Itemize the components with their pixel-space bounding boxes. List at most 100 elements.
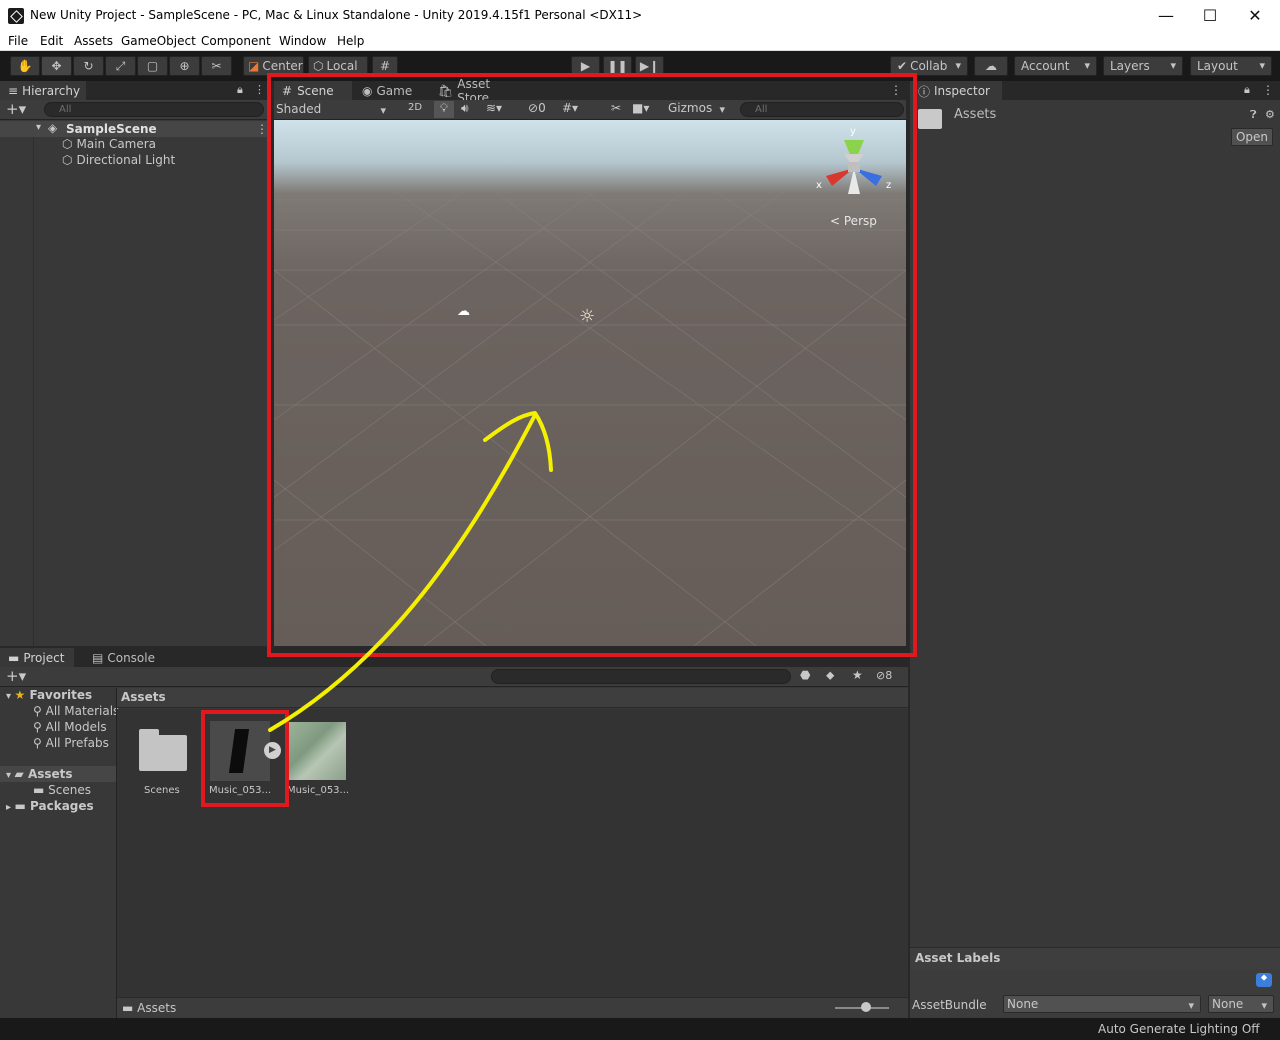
grid-item-label: Music_053...	[287, 785, 350, 796]
tools-icon[interactable]: ✂	[611, 101, 621, 115]
list-item[interactable]: ⬡ Directional Light	[62, 153, 175, 167]
layers-dropdown[interactable]: Layers	[1103, 56, 1183, 76]
list-item[interactable]: ▬ Scenes	[33, 783, 91, 797]
list-item[interactable]: ⚲ All Materials	[33, 704, 119, 718]
search-by-label-icon[interactable]: ⬥	[826, 668, 834, 683]
kebab-menu-icon[interactable]: ⋮	[254, 83, 265, 96]
open-button[interactable]: Open	[1231, 128, 1273, 146]
pivot-local-button[interactable]: ⬡ Local	[308, 56, 368, 76]
tab-console[interactable]: ▤ Console	[84, 648, 164, 668]
list-item[interactable]: ⚲ All Prefabs	[33, 736, 109, 750]
orientation-gizmo[interactable]: y x z	[814, 126, 894, 206]
tab-hierarchy[interactable]: ≡ Hierarchy	[0, 81, 86, 101]
tab-scene[interactable]: # Scene	[274, 81, 352, 101]
lighting-status[interactable]: Auto Generate Lighting Off	[1098, 1022, 1260, 1036]
label-tag-icon[interactable]: ⬥	[1256, 973, 1272, 987]
menu-file[interactable]: File	[8, 34, 28, 48]
texture-thumbnail[interactable]	[288, 722, 346, 780]
maximize-button[interactable]: ☐	[1187, 0, 1233, 31]
custom-tool-icon[interactable]: ✂	[201, 56, 232, 76]
lock-icon[interactable]: 🔒︎	[237, 83, 243, 97]
close-button[interactable]: ✕	[1232, 0, 1278, 31]
2d-toggle[interactable]: 2D	[402, 102, 428, 113]
projection-label[interactable]: < Persp	[830, 214, 877, 228]
scale-tool-icon[interactable]: ⤢	[105, 56, 136, 76]
tab-game[interactable]: ◉ Game	[354, 81, 424, 101]
project-search-input[interactable]	[491, 669, 791, 684]
favorite-name: All Models	[45, 720, 107, 734]
search-icon: ⚲	[33, 704, 46, 718]
asset-bundle-dropdown[interactable]: None	[1003, 995, 1201, 1014]
breadcrumb-assets[interactable]: Assets	[121, 690, 166, 704]
layout-dropdown[interactable]: Layout	[1190, 56, 1272, 76]
snap-grid-icon[interactable]: #	[372, 56, 398, 76]
asset-variant-dropdown[interactable]: None	[1208, 995, 1274, 1014]
account-label: Account	[1021, 59, 1070, 73]
scene-search-input[interactable]: All	[740, 102, 904, 117]
favorite-star-icon[interactable]: ★	[852, 668, 863, 682]
shading-mode-dropdown[interactable]: Shaded	[276, 102, 392, 118]
minimize-button[interactable]: —	[1143, 0, 1189, 31]
tab-scene-label: Scene	[297, 84, 334, 98]
hidden-packages-icon[interactable]: ⊘8	[876, 669, 892, 682]
list-item[interactable]: ⚲ All Models	[33, 720, 107, 734]
list-item[interactable]: ⬡ Main Camera	[62, 137, 156, 151]
gizmos-dropdown[interactable]: Gizmos	[665, 101, 731, 118]
scene-menu-icon[interactable]: ⋮	[256, 122, 268, 136]
move-tool-icon[interactable]: ✥	[41, 56, 72, 76]
favorites-row[interactable]: ▾ ★ Favorites	[6, 688, 92, 702]
lighting-toggle-icon[interactable]: 💡︎	[434, 101, 454, 118]
audio-clip-thumbnail[interactable]: ▶	[210, 721, 281, 781]
settings-icon[interactable]: ⚙	[1265, 108, 1275, 121]
hand-tool-icon[interactable]: ✋	[10, 56, 40, 76]
hierarchy-search-placeholder: All	[59, 104, 72, 115]
packages-row[interactable]: ▸ ▬ Packages	[6, 799, 94, 813]
add-icon[interactable]: +▾	[6, 667, 26, 685]
step-button[interactable]: ▶❙	[635, 56, 664, 76]
cloud-icon[interactable]: ☁	[974, 56, 1008, 76]
asset-labels-header: Asset Labels	[910, 947, 1280, 969]
help-icon[interactable]: ❓︎	[1250, 108, 1257, 122]
tab-inspector[interactable]: ⓘ Inspector	[910, 81, 1002, 101]
gameobject-icon: ⬡	[62, 137, 73, 151]
menu-edit[interactable]: Edit	[40, 34, 63, 48]
rect-tool-icon[interactable]: ▢	[137, 56, 168, 76]
lock-icon[interactable]: 🔒︎	[1244, 83, 1250, 97]
play-button[interactable]: ▶	[571, 56, 600, 76]
tab-asset-store[interactable]: 🛍︎ Asset Store	[430, 77, 530, 105]
tab-project[interactable]: ▬ Project	[0, 648, 74, 668]
hierarchy-tabbar: ≡ Hierarchy 🔒︎ ⋮	[0, 81, 268, 101]
transform-tool-icon[interactable]: ⊕	[169, 56, 200, 76]
gizmos-label: Gizmos	[668, 101, 713, 115]
scenes-folder-icon[interactable]	[139, 729, 187, 771]
menu-gameobject[interactable]: GameObject	[121, 34, 196, 48]
pause-button[interactable]: ❚❚	[603, 56, 632, 76]
menu-component[interactable]: Component	[201, 34, 271, 48]
audio-toggle-icon[interactable]: 🔊︎	[461, 101, 469, 116]
tab-project-label: Project	[23, 651, 65, 665]
scene-menu-icon[interactable]: ⋮	[890, 83, 902, 97]
light-gizmo-icon[interactable]: ☼	[579, 306, 595, 327]
menu-assets[interactable]: Assets	[74, 34, 113, 48]
menu-window[interactable]: Window	[279, 34, 326, 48]
account-dropdown[interactable]: Account	[1014, 56, 1097, 76]
assets-tree-row[interactable]: ▾ ▰ Assets	[0, 766, 116, 782]
hidden-objects-icon[interactable]: ⊘0	[528, 101, 546, 115]
icon-size-slider-thumb[interactable]	[861, 1002, 871, 1012]
scene-row[interactable]: ▾ ◈ SampleScene ⋮	[0, 121, 268, 137]
menu-help[interactable]: Help	[337, 34, 364, 48]
add-icon[interactable]: +▾	[6, 100, 26, 118]
camera-icon[interactable]: ■▾	[632, 101, 649, 115]
effects-layers-icon[interactable]: ≋▾	[486, 101, 502, 115]
scene-viewport[interactable]: ☁ ☼ y x z < Persp	[274, 120, 906, 646]
object-name: Directional Light	[76, 153, 176, 167]
pivot-center-button[interactable]: ◪ Center	[243, 56, 304, 76]
scene-grid-toggle-icon[interactable]: #▾	[562, 101, 578, 115]
hierarchy-search-input[interactable]: All	[44, 102, 264, 117]
rotate-tool-icon[interactable]: ↻	[73, 56, 104, 76]
play-preview-icon[interactable]: ▶	[264, 742, 281, 759]
collab-dropdown[interactable]: ✔ Collab	[890, 56, 968, 76]
kebab-menu-icon[interactable]: ⋮	[1262, 83, 1274, 97]
search-by-type-icon[interactable]: ⬣	[800, 668, 810, 682]
camera-gizmo-icon[interactable]: ☁	[457, 304, 470, 319]
